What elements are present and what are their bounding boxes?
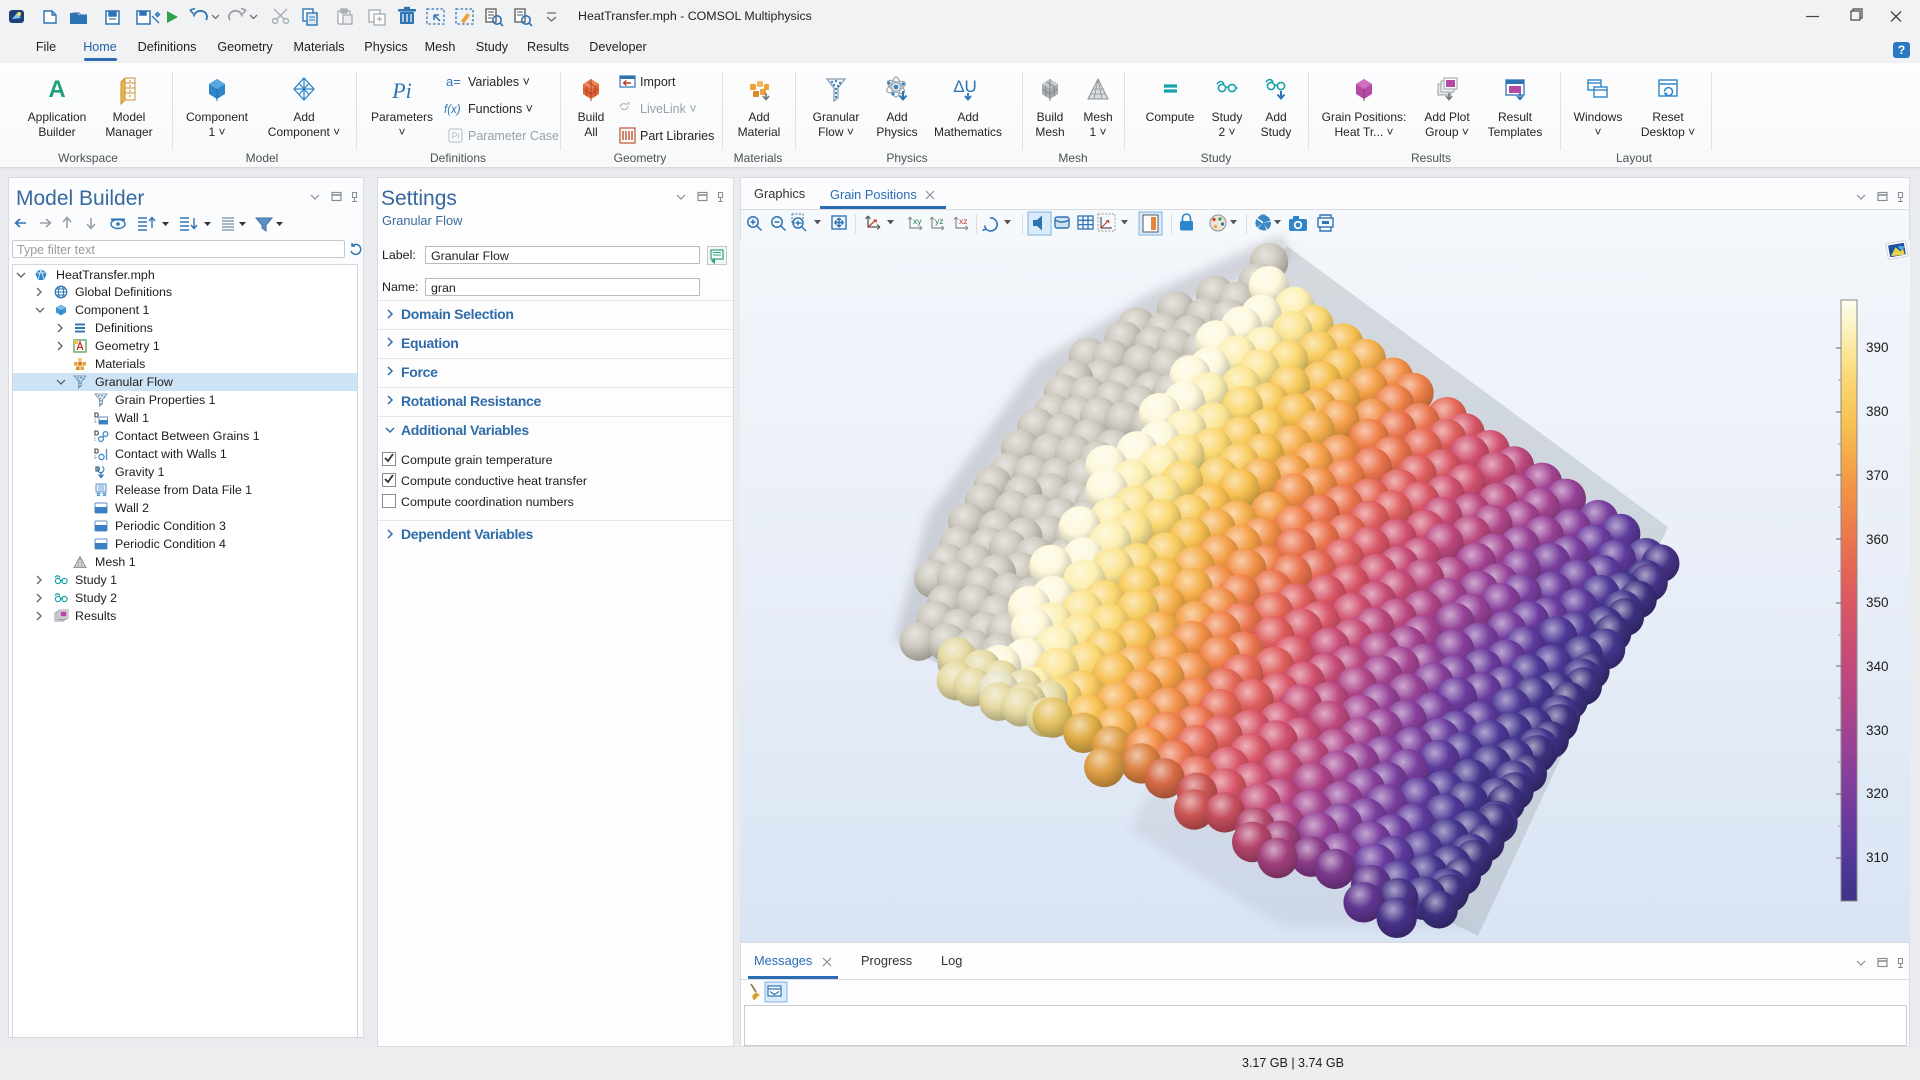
svg-text:D: D (94, 413, 99, 420)
svg-text:ΔU: ΔU (953, 77, 977, 96)
svg-text:xy: xy (913, 216, 922, 226)
svg-text:310: 310 (1866, 850, 1889, 865)
svg-text:f(x): f(x) (444, 104, 461, 116)
svg-text:a=: a= (446, 74, 461, 89)
svg-text:340: 340 (1866, 659, 1889, 674)
svg-text:yz: yz (935, 216, 944, 226)
svg-text:A: A (48, 76, 65, 103)
svg-text:350: 350 (1866, 595, 1889, 610)
svg-text:Pi: Pi (391, 78, 412, 103)
svg-text:330: 330 (1866, 723, 1889, 738)
svg-text:370: 370 (1866, 468, 1889, 483)
svg-text:390: 390 (1866, 340, 1889, 355)
svg-text:xz: xz (959, 216, 968, 226)
svg-text:D: D (94, 431, 99, 438)
svg-text:320: 320 (1866, 786, 1889, 801)
svg-text:380: 380 (1866, 404, 1889, 419)
svg-text:D: D (94, 449, 99, 456)
svg-text:360: 360 (1866, 532, 1889, 547)
svg-text:Pi: Pi (451, 131, 459, 141)
